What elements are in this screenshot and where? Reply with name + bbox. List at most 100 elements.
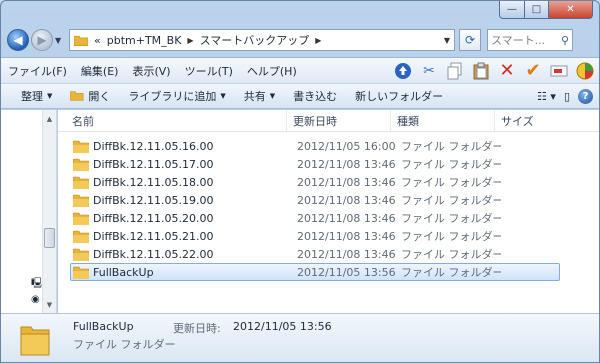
include-library-button[interactable]: ライブラリに追加 ▼ (119, 88, 234, 104)
maximize-button[interactable]: □ (525, 1, 549, 19)
chevron-right-icon[interactable]: ▶ (187, 36, 193, 45)
folder-icon (73, 266, 89, 279)
table-row[interactable]: DiffBk.12.11.05.20.00 2012/11/08 13:46 ファイ… (70, 209, 560, 227)
forward-button[interactable]: ▶ (31, 29, 53, 51)
file-name: DiffBk.12.11.05.20.00 (93, 211, 214, 225)
file-name: DiffBk.12.11.05.22.00 (93, 247, 214, 261)
help-icon[interactable]: ? (578, 88, 593, 104)
file-name: DiffBk.12.11.05.16.00 (93, 139, 214, 153)
table-row[interactable]: DiffBk.12.11.05.21.00 2012/11/08 13:46 ファイ… (70, 227, 560, 245)
address-bar[interactable]: « pbtm+TM_BK ▶ スマートバックアップ ▶ ▼ (69, 29, 455, 51)
search-input[interactable]: スマート... ⚲ (487, 29, 573, 51)
recent-pages-dropdown[interactable]: ▼ (55, 36, 65, 45)
details-pane: FullBackUp ファイル フォルダー 更新日時: 2012/11/05 1… (1, 313, 599, 362)
table-row[interactable]: FullBackUp 2012/11/05 13:56 ファイル フォルダー (70, 263, 560, 281)
menu-view[interactable]: 表示(V) (125, 63, 177, 79)
file-date: 2012/11/08 13:46 (297, 157, 396, 171)
scroll-down-icon[interactable]: ▼ (43, 298, 56, 311)
file-date: 2012/11/05 13:56 (297, 265, 396, 279)
chevron-right-icon[interactable]: ▶ (315, 36, 321, 45)
back-button[interactable]: ◀ (7, 29, 29, 51)
file-type: ファイル フォルダー (401, 158, 501, 171)
chevron-down-icon: ▼ (47, 92, 53, 100)
file-date: 2012/11/05 16:00 (297, 139, 396, 153)
search-icon[interactable]: ⚲ (561, 34, 569, 47)
folder-icon (73, 194, 89, 207)
table-row[interactable]: DiffBk.12.11.05.19.00 2012/11/08 13:46 ファイ… (70, 191, 560, 209)
open-label: 開く (88, 90, 111, 103)
breadcrumb-item[interactable]: pbtm+TM_BK (107, 34, 182, 47)
table-row[interactable]: DiffBk.12.11.05.16.00 2012/11/05 16:00 ファイ… (70, 137, 560, 155)
column-size[interactable]: サイズ (495, 110, 555, 132)
folder-icon (73, 158, 89, 171)
organize-button[interactable]: 整理 ▼ (1, 88, 61, 104)
column-name[interactable]: 名前 (58, 109, 287, 132)
chevron-down-icon[interactable]: ▼ (444, 36, 450, 45)
column-type[interactable]: 種類 (391, 109, 495, 132)
folder-icon (73, 230, 89, 243)
file-type: ファイル フォルダー (401, 212, 501, 225)
delete-icon[interactable]: ✕ (497, 60, 517, 81)
scroll-thumb[interactable] (44, 228, 55, 248)
burn-button[interactable]: 書き込む (284, 88, 346, 104)
file-name: FullBackUp (93, 265, 154, 279)
file-type: ファイル フォルダー (401, 248, 501, 261)
close-button[interactable]: ✕ (549, 1, 593, 19)
command-bar: 整理 ▼ 開く ライブラリに追加 ▼ 共有 ▼ 書き込む 新しいフォルダー ☷ … (1, 83, 599, 109)
scroll-up-icon[interactable]: ▲ (43, 112, 56, 125)
check-icon[interactable]: ✔ (523, 60, 543, 81)
address-row: ◀ ▶ ▼ « pbtm+TM_BK ▶ スマートバックアップ ▶ ▼ ⟳ スマ… (7, 27, 595, 53)
file-name: DiffBk.12.11.05.21.00 (93, 229, 214, 243)
menu-toolbar: ✂ ✕ ✔ (393, 60, 599, 81)
properties-icon[interactable] (575, 61, 595, 81)
chevron-down-icon: ▼ (220, 92, 226, 100)
details-type: ファイル フォルダー (73, 338, 176, 351)
view-options-icon[interactable]: ☷ ▾ (537, 90, 556, 103)
organize-label: 整理 (21, 90, 43, 103)
menu-edit[interactable]: 編集(E) (74, 63, 126, 79)
file-date: 2012/11/08 13:46 (297, 247, 396, 261)
menu-tools[interactable]: ツール(T) (178, 63, 240, 79)
share-label: 共有 (243, 90, 266, 103)
file-name: DiffBk.12.11.05.17.00 (93, 157, 214, 171)
folder-icon (73, 140, 89, 153)
upload-icon[interactable] (393, 61, 413, 81)
share-button[interactable]: 共有 ▼ (235, 88, 284, 104)
arrow-left-icon: ◀ (13, 33, 23, 47)
folder-open-icon (70, 91, 84, 101)
file-name: DiffBk.12.11.05.19.00 (93, 193, 214, 207)
table-row[interactable]: DiffBk.12.11.05.22.00 2012/11/08 13:46 ファイ… (70, 245, 560, 263)
copy-icon[interactable] (445, 61, 465, 81)
breadcrumb-item[interactable]: スマートバックアップ (200, 32, 310, 48)
details-date: 2012/11/05 13:56 (233, 320, 332, 333)
explorer-window: — □ ✕ ◀ ▶ ▼ « pbtm+TM_BK ▶ スマートバックアップ ▶ … (0, 0, 600, 363)
refresh-button[interactable]: ⟳ (459, 29, 481, 51)
file-date: 2012/11/08 13:46 (297, 175, 396, 189)
menu-bar: ファイル(F) 編集(E) 表示(V) ツール(T) ヘルプ(H) ✂ ✕ ✔ (1, 57, 599, 83)
new-folder-button[interactable]: 新しいフォルダー (346, 88, 452, 104)
file-name: DiffBk.12.11.05.18.00 (93, 175, 214, 189)
view-controls: ☷ ▾ ▯ ? (537, 88, 599, 104)
breadcrumb-overflow[interactable]: « (94, 34, 101, 47)
open-button[interactable]: 開く (61, 88, 119, 104)
column-date[interactable]: 更新日時 (287, 109, 391, 132)
paste-icon[interactable] (471, 61, 491, 81)
file-date: 2012/11/08 13:46 (297, 229, 396, 243)
arrow-right-icon: ▶ (37, 33, 47, 47)
rename-icon[interactable] (549, 61, 569, 81)
preview-pane-icon[interactable]: ▯ (564, 90, 570, 103)
menu-help[interactable]: ヘルプ(H) (240, 63, 304, 79)
file-rows: DiffBk.12.11.05.16.00 2012/11/05 16:00 ファイ… (70, 137, 560, 281)
folder-icon (20, 326, 50, 356)
file-type: ファイル フォルダー (401, 176, 501, 189)
navigation-scrollbar[interactable]: ▲ ▼ (42, 110, 56, 313)
menu-file[interactable]: ファイル(F) (1, 63, 74, 79)
file-type: ファイル フォルダー (401, 266, 501, 279)
navigation-pane: 🖳 ◉ ▲ ▼ (1, 110, 57, 313)
table-row[interactable]: DiffBk.12.11.05.18.00 2012/11/08 13:46 ファイ… (70, 173, 560, 191)
folder-icon (73, 248, 89, 261)
table-row[interactable]: DiffBk.12.11.05.17.00 2012/11/08 13:46 ファイ… (70, 155, 560, 173)
scissors-icon[interactable]: ✂ (419, 61, 439, 81)
file-type: ファイル フォルダー (401, 140, 501, 153)
minimize-button[interactable]: — (499, 1, 525, 19)
